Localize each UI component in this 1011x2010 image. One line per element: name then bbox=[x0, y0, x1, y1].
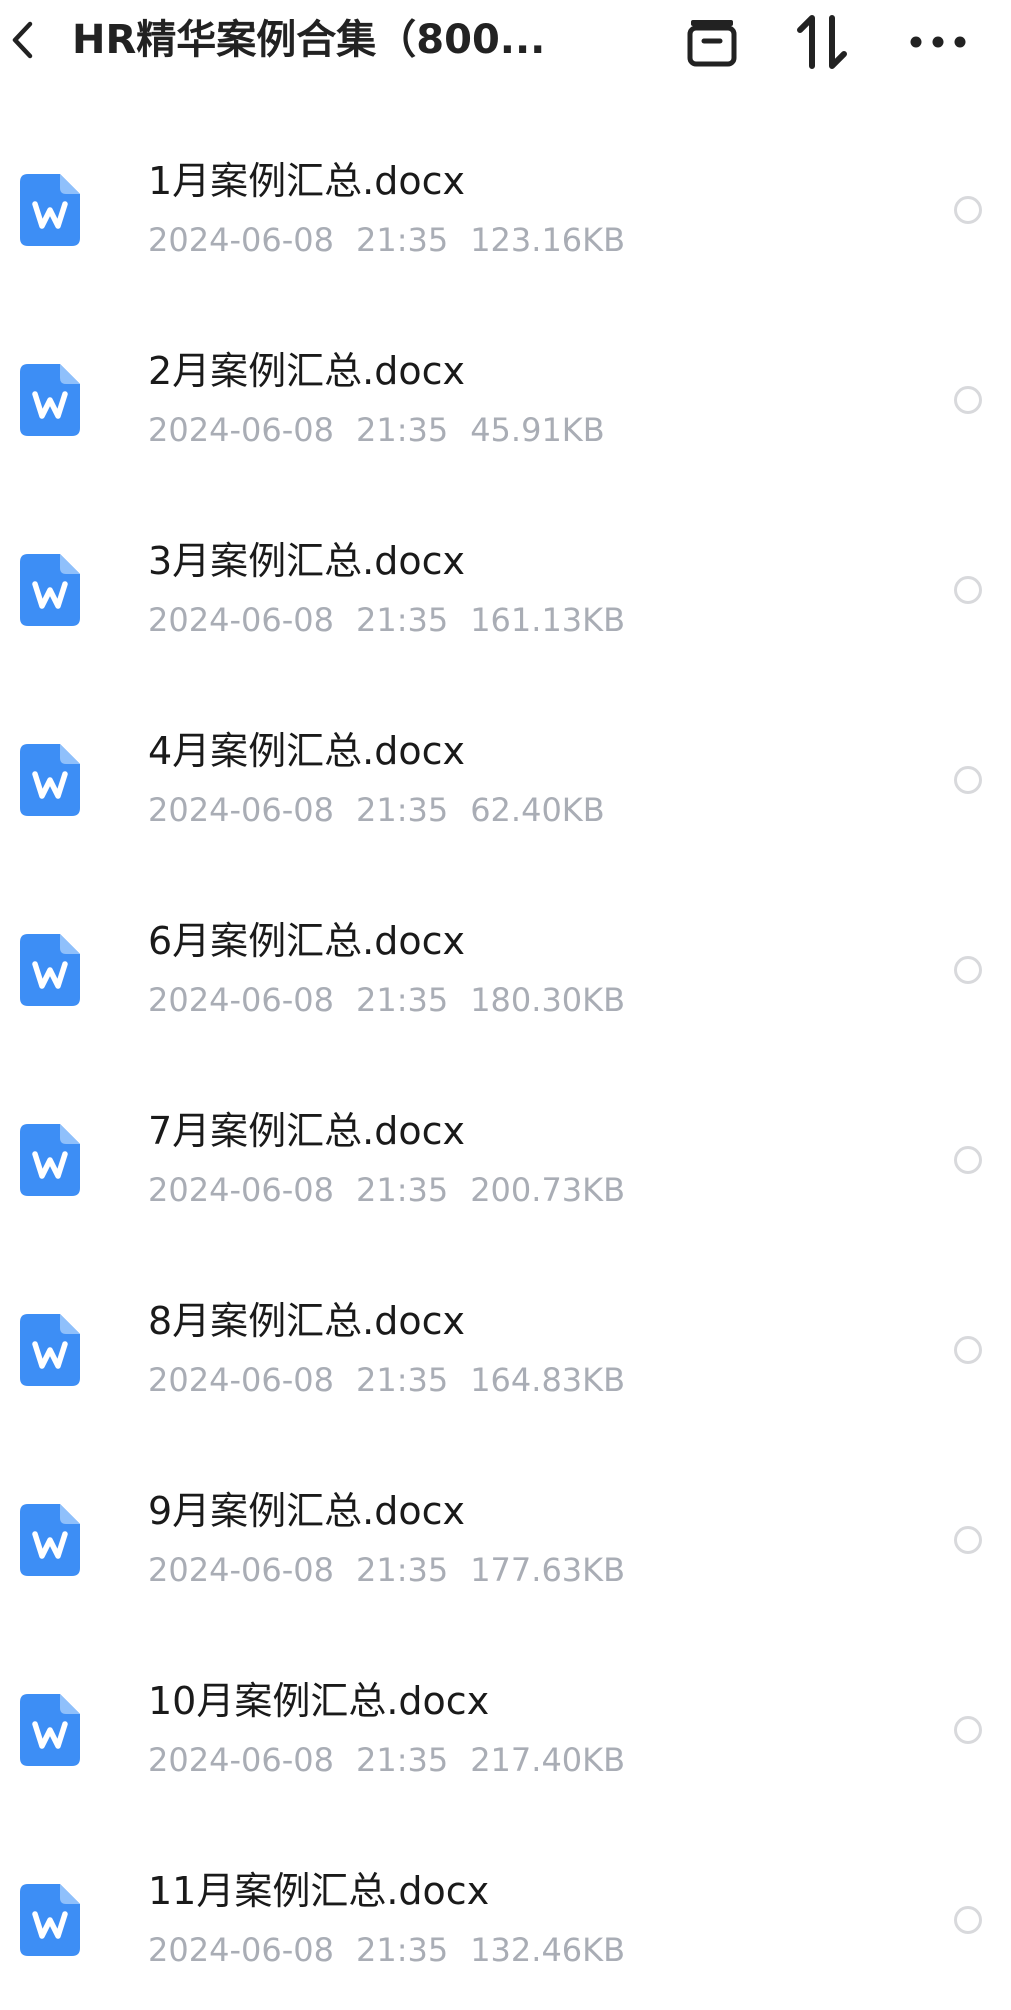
file-date: 2024-06-08 bbox=[148, 981, 334, 1019]
file-date: 2024-06-08 bbox=[148, 1931, 334, 1969]
file-meta: 2024-06-08 21:35 62.40KB bbox=[148, 790, 605, 830]
file-name: 10月案例汇总.docx bbox=[148, 1679, 490, 1723]
file-name: 1月案例汇总.docx bbox=[148, 159, 466, 203]
file-meta: 2024-06-08 21:35 217.40KB bbox=[148, 1740, 625, 1780]
word-doc-icon bbox=[20, 1694, 80, 1766]
word-doc-icon bbox=[20, 934, 80, 1006]
file-row[interactable]: 6月案例汇总.docx 2024-06-08 21:35 180.30KB bbox=[0, 870, 1011, 1060]
file-row[interactable]: 10月案例汇总.docx 2024-06-08 21:35 217.40KB bbox=[0, 1630, 1011, 1820]
select-radio[interactable] bbox=[954, 1146, 982, 1174]
top-bar: HR精华案例合集（800... bbox=[0, 0, 1011, 88]
file-size: 200.73KB bbox=[470, 1171, 626, 1209]
word-doc-icon bbox=[20, 364, 80, 436]
file-name: 6月案例汇总.docx bbox=[148, 919, 466, 963]
file-time: 21:35 bbox=[355, 1361, 449, 1399]
word-doc-icon bbox=[20, 1884, 80, 1956]
file-size: 164.83KB bbox=[470, 1361, 626, 1399]
file-size: 217.40KB bbox=[470, 1741, 626, 1779]
file-size: 161.13KB bbox=[470, 601, 626, 639]
file-time: 21:35 bbox=[355, 411, 449, 449]
file-time: 21:35 bbox=[355, 1171, 449, 1209]
file-row[interactable]: 8月案例汇总.docx 2024-06-08 21:35 164.83KB bbox=[0, 1250, 1011, 1440]
word-doc-icon bbox=[20, 1504, 80, 1576]
file-time: 21:35 bbox=[355, 221, 449, 259]
file-date: 2024-06-08 bbox=[148, 1171, 334, 1209]
file-meta: 2024-06-08 21:35 180.30KB bbox=[148, 980, 625, 1020]
sort-arrows-icon bbox=[797, 15, 847, 69]
select-radio[interactable] bbox=[954, 1526, 982, 1554]
archive-button[interactable] bbox=[680, 12, 744, 72]
file-name: 4月案例汇总.docx bbox=[148, 729, 466, 773]
select-radio[interactable] bbox=[954, 1906, 982, 1934]
word-doc-icon bbox=[20, 554, 80, 626]
file-time: 21:35 bbox=[355, 1741, 449, 1779]
select-radio[interactable] bbox=[954, 196, 982, 224]
file-row[interactable]: 1月案例汇总.docx 2024-06-08 21:35 123.16KB bbox=[0, 110, 1011, 300]
back-button[interactable] bbox=[6, 18, 38, 62]
file-size: 45.91KB bbox=[470, 411, 605, 449]
select-radio[interactable] bbox=[954, 1716, 982, 1744]
archive-box-icon bbox=[687, 20, 737, 67]
sort-button[interactable] bbox=[790, 12, 854, 72]
file-meta: 2024-06-08 21:35 177.63KB bbox=[148, 1550, 625, 1590]
file-name: 11月案例汇总.docx bbox=[148, 1869, 490, 1913]
file-row[interactable]: 3月案例汇总.docx 2024-06-08 21:35 161.13KB bbox=[0, 490, 1011, 680]
file-row[interactable]: 9月案例汇总.docx 2024-06-08 21:35 177.63KB bbox=[0, 1440, 1011, 1630]
word-doc-icon bbox=[20, 174, 80, 246]
file-name: 9月案例汇总.docx bbox=[148, 1489, 466, 1533]
chevron-left-icon bbox=[12, 21, 33, 59]
page-title: HR精华案例合集（800... bbox=[72, 17, 546, 63]
file-row[interactable]: 4月案例汇总.docx 2024-06-08 21:35 62.40KB bbox=[0, 680, 1011, 870]
file-meta: 2024-06-08 21:35 45.91KB bbox=[148, 410, 605, 450]
file-name: 7月案例汇总.docx bbox=[148, 1109, 466, 1153]
file-time: 21:35 bbox=[355, 1931, 449, 1969]
file-name: 3月案例汇总.docx bbox=[148, 539, 466, 583]
file-date: 2024-06-08 bbox=[148, 1551, 334, 1589]
file-date: 2024-06-08 bbox=[148, 411, 334, 449]
file-time: 21:35 bbox=[355, 601, 449, 639]
more-horizontal-icon bbox=[910, 36, 966, 48]
select-radio[interactable] bbox=[954, 576, 982, 604]
select-radio[interactable] bbox=[954, 1336, 982, 1364]
file-date: 2024-06-08 bbox=[148, 601, 334, 639]
file-size: 123.16KB bbox=[470, 221, 626, 259]
file-date: 2024-06-08 bbox=[148, 221, 334, 259]
word-doc-icon bbox=[20, 1124, 80, 1196]
file-time: 21:35 bbox=[355, 1551, 449, 1589]
word-doc-icon bbox=[20, 744, 80, 816]
file-name: 8月案例汇总.docx bbox=[148, 1299, 466, 1343]
file-row[interactable]: 7月案例汇总.docx 2024-06-08 21:35 200.73KB bbox=[0, 1060, 1011, 1250]
file-name: 2月案例汇总.docx bbox=[148, 349, 466, 393]
file-size: 180.30KB bbox=[470, 981, 626, 1019]
word-doc-icon bbox=[20, 1314, 80, 1386]
select-radio[interactable] bbox=[954, 956, 982, 984]
more-button[interactable] bbox=[906, 12, 970, 72]
file-time: 21:35 bbox=[355, 981, 449, 1019]
file-meta: 2024-06-08 21:35 200.73KB bbox=[148, 1170, 625, 1210]
select-radio[interactable] bbox=[954, 386, 982, 414]
file-meta: 2024-06-08 21:35 123.16KB bbox=[148, 220, 625, 260]
file-date: 2024-06-08 bbox=[148, 791, 334, 829]
select-radio[interactable] bbox=[954, 766, 982, 794]
file-date: 2024-06-08 bbox=[148, 1741, 334, 1779]
file-date: 2024-06-08 bbox=[148, 1361, 334, 1399]
file-list: 1月案例汇总.docx 2024-06-08 21:35 123.16KB 2月案例… bbox=[0, 110, 1011, 2010]
file-meta: 2024-06-08 21:35 164.83KB bbox=[148, 1360, 625, 1400]
file-meta: 2024-06-08 21:35 161.13KB bbox=[148, 600, 625, 640]
file-time: 21:35 bbox=[355, 791, 449, 829]
file-row[interactable]: 11月案例汇总.docx 2024-06-08 21:35 132.46KB bbox=[0, 1820, 1011, 2010]
file-row[interactable]: 2月案例汇总.docx 2024-06-08 21:35 45.91KB bbox=[0, 300, 1011, 490]
file-size: 62.40KB bbox=[470, 791, 605, 829]
file-size: 132.46KB bbox=[470, 1931, 626, 1969]
file-meta: 2024-06-08 21:35 132.46KB bbox=[148, 1930, 625, 1970]
file-size: 177.63KB bbox=[470, 1551, 626, 1589]
